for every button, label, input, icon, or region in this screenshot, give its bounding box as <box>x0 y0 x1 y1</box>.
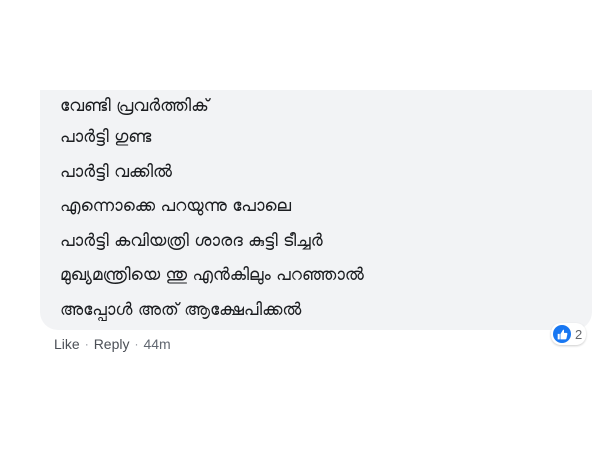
comment-line: എന്നൊക്കെ പറയുന്നു പോലെ <box>60 196 292 216</box>
comment-bubble: വേണ്ടി പ്രവർത്തിക് പാർട്ടി ഗുണ്ട പാർട്ടി… <box>40 90 592 330</box>
thumbs-up-icon <box>553 325 571 343</box>
separator-dot: · <box>134 337 139 351</box>
reply-link[interactable]: Reply <box>94 336 130 352</box>
like-link[interactable]: Like <box>54 336 80 352</box>
comment-actions: Like · Reply · 44m <box>54 336 171 352</box>
comment-line: വേണ്ടി പ്രവർത്തിക് <box>60 96 209 116</box>
comment-line: പാർട്ടി വക്കിൽ <box>60 161 172 182</box>
cut-edge <box>40 90 592 94</box>
timestamp[interactable]: 44m <box>143 336 170 352</box>
separator-dot: · <box>84 337 89 351</box>
comment-line: പാർട്ടി കവിയത്രി ശാരദ കുട്ടി ടീച്ചർ <box>60 230 323 251</box>
comment-line: പാർട്ടി ഗുണ്ട <box>60 127 152 147</box>
reaction-summary[interactable]: 2 <box>551 323 587 345</box>
reaction-count: 2 <box>575 326 583 342</box>
comment-line: അപ്പോൾ അത് ആക്ഷേപിക്കൽ <box>60 299 302 320</box>
comment-line: മുഖ്യമന്ത്രിയെ ന്തു എൻകിലും പറഞ്ഞാൽ <box>60 265 364 285</box>
